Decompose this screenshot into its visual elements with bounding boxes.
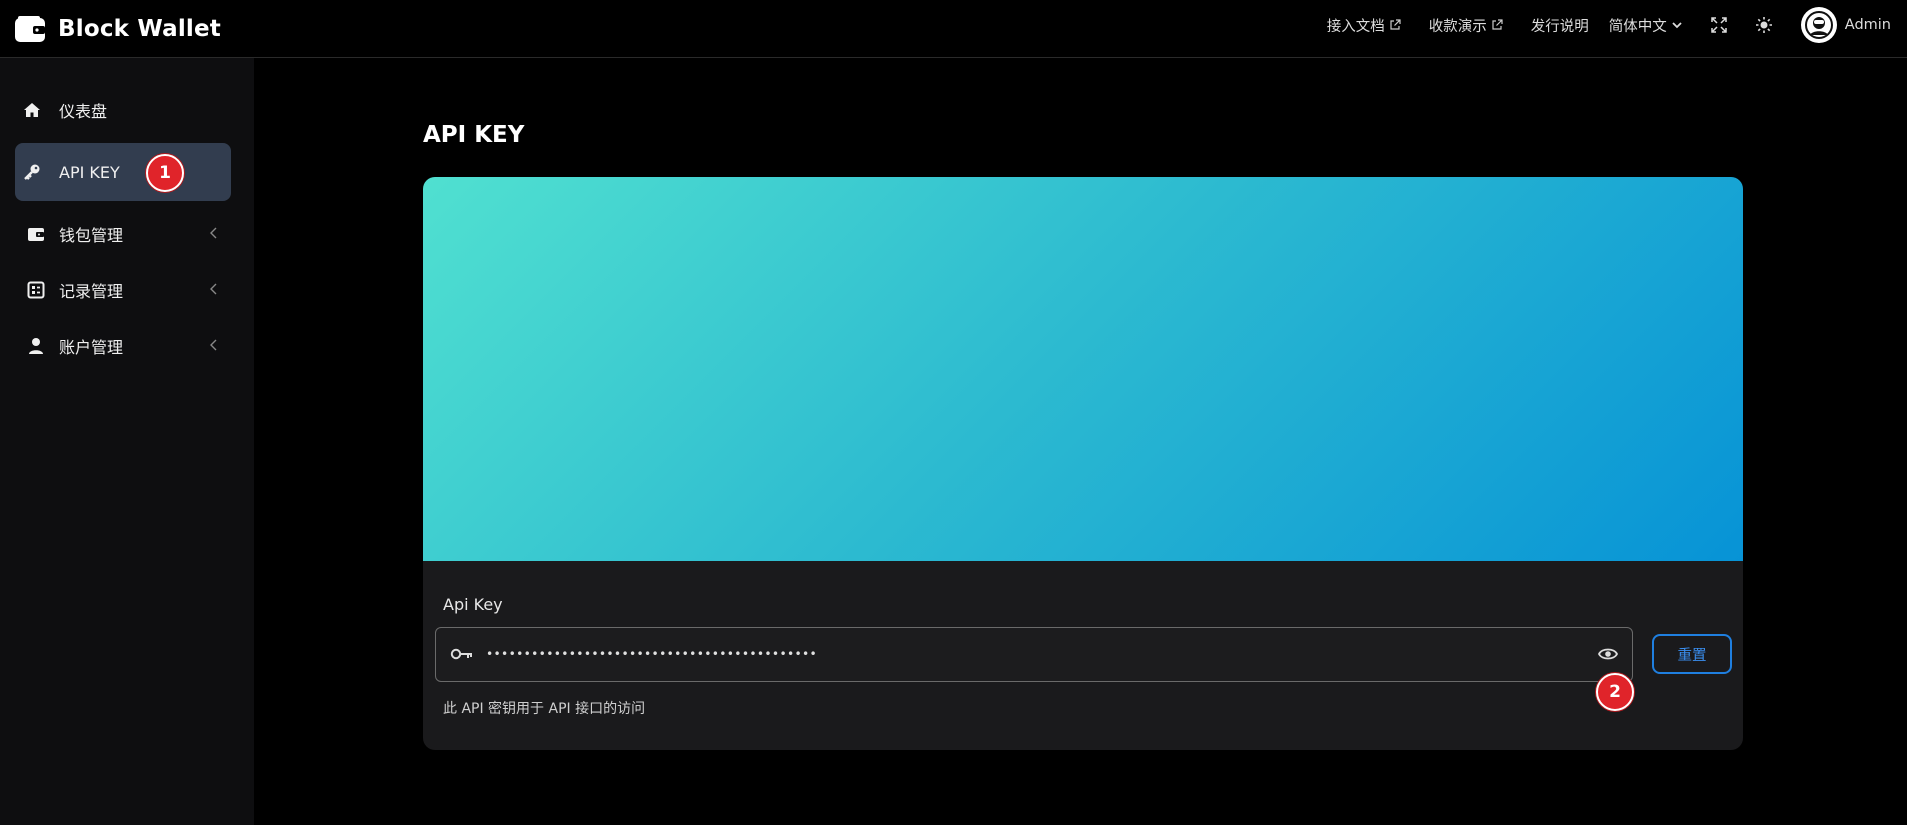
step-badge: 1 xyxy=(146,154,184,192)
user-icon xyxy=(25,335,47,357)
avatar[interactable] xyxy=(1800,7,1837,43)
release-notes-label: 发行说明 xyxy=(1530,18,1589,35)
eye-icon xyxy=(1597,648,1619,660)
sidebar-item-label: 钱包管理 xyxy=(59,226,124,245)
fullscreen-button[interactable] xyxy=(1711,17,1727,33)
wallet-icon xyxy=(25,223,47,245)
header-nav: 接入文档 收款演示 发行说明 简体中文 Admin xyxy=(1299,0,1891,50)
release-notes-link[interactable]: 发行说明 xyxy=(1531,15,1589,36)
api-key-hint: 此 API 密钥用于 API 接口的访问 xyxy=(443,701,646,717)
sidebar-item-label: 账户管理 xyxy=(59,338,124,357)
reset-button[interactable]: 重置 xyxy=(1652,634,1732,674)
fullscreen-icon xyxy=(1711,17,1727,33)
sidebar-item-dashboard[interactable]: 仪表盘 xyxy=(15,81,231,139)
api-key-input[interactable] xyxy=(486,628,1566,681)
show-password-button[interactable] xyxy=(1597,646,1619,666)
chevron-down-icon xyxy=(1672,22,1682,29)
top-header: Block Wallet 接入文档 收款演示 发行说明 简体中文 Admin xyxy=(0,0,1907,58)
key-icon xyxy=(21,161,43,183)
key-icon xyxy=(450,645,474,667)
sidebar-item-label: 记录管理 xyxy=(59,282,124,301)
docs-link-label: 接入文档 xyxy=(1326,18,1385,35)
chevron-left-icon xyxy=(210,339,217,351)
sidebar-item-account[interactable]: 账户管理 xyxy=(15,317,231,375)
demo-link-label: 收款演示 xyxy=(1428,18,1487,35)
api-key-field xyxy=(435,627,1633,682)
sidebar-item-label: 仪表盘 xyxy=(59,102,108,121)
step-badge: 2 xyxy=(1596,673,1634,711)
api-key-card: Api Key 重置 此 API 密钥用于 API 接口的访问 xyxy=(423,177,1743,750)
sidebar-item-api-key[interactable]: API KEY 1 xyxy=(15,143,231,201)
demo-link[interactable]: 收款演示 xyxy=(1429,15,1503,36)
sidebar-item-label: API KEY xyxy=(59,162,120,182)
api-key-label: Api Key xyxy=(443,595,503,614)
chevron-left-icon xyxy=(210,227,217,239)
home-icon xyxy=(21,99,43,121)
external-link-icon xyxy=(1390,19,1401,30)
language-select[interactable]: 简体中文 xyxy=(1609,15,1683,36)
theme-toggle-button[interactable] xyxy=(1755,16,1773,34)
sidebar: 仪表盘 API KEY 1 钱包管理 记录管理 账户管理 xyxy=(0,58,254,825)
wallet-logo-icon xyxy=(14,15,46,43)
external-link-icon xyxy=(1492,19,1503,30)
brand-title: Block Wallet xyxy=(58,16,221,42)
records-icon xyxy=(25,279,47,301)
chevron-left-icon xyxy=(210,283,217,295)
docs-link[interactable]: 接入文档 xyxy=(1327,15,1401,36)
sun-icon xyxy=(1755,17,1772,33)
language-label: 简体中文 xyxy=(1608,18,1667,35)
avatar-icon xyxy=(1804,11,1833,39)
page-title: API KEY xyxy=(423,122,525,148)
user-name[interactable]: Admin xyxy=(1845,17,1891,33)
sidebar-item-records[interactable]: 记录管理 xyxy=(15,261,231,319)
brand[interactable]: Block Wallet xyxy=(14,11,221,47)
gradient-banner xyxy=(423,177,1743,561)
sidebar-item-wallet[interactable]: 钱包管理 xyxy=(15,205,231,263)
